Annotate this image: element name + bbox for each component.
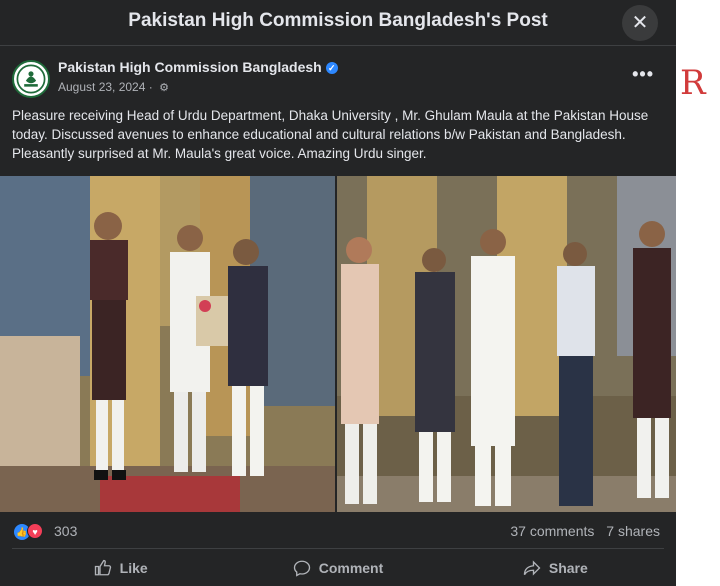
- crest-icon: [14, 62, 48, 96]
- photo-presentation[interactable]: [0, 176, 335, 512]
- shares-count[interactable]: 7 shares: [606, 523, 660, 539]
- audience-gear-icon: ⚙: [159, 82, 169, 94]
- post-meta: August 23, 2024 · ⚙: [58, 80, 169, 94]
- photo-grid: [0, 176, 676, 512]
- handwritten-annotation: R: [680, 63, 706, 103]
- post-header: Pakistan High Commission Bangladesh ✓ Aug…: [0, 46, 676, 98]
- action-bar: Like Comment Share: [12, 548, 664, 586]
- more-dots-icon: •••: [632, 64, 654, 84]
- share-button[interactable]: Share: [447, 549, 664, 586]
- close-button[interactable]: ✕: [622, 5, 658, 41]
- reaction-icons[interactable]: 👍 ♥: [14, 522, 43, 540]
- meta-separator: ·: [148, 80, 153, 94]
- comment-bubble-icon: [293, 560, 310, 577]
- reaction-count[interactable]: 303: [54, 523, 77, 539]
- reactions-bar: 👍 ♥ 303 37 comments 7 shares: [0, 512, 676, 548]
- like-button[interactable]: Like: [12, 549, 229, 586]
- love-reaction-icon: ♥: [27, 523, 43, 539]
- photo-group[interactable]: [337, 176, 676, 512]
- comments-count[interactable]: 37 comments: [510, 523, 594, 539]
- more-options-button[interactable]: •••: [632, 64, 654, 85]
- dialog-title: Pakistan High Commission Bangladesh's Po…: [128, 10, 548, 31]
- comment-button[interactable]: Comment: [229, 549, 446, 586]
- post-stats: 37 comments 7 shares: [502, 523, 660, 539]
- close-icon: ✕: [631, 12, 649, 34]
- thumbs-up-icon: [94, 559, 111, 575]
- post-dialog: Pakistan High Commission Bangladesh's Po…: [0, 0, 676, 586]
- page-avatar[interactable]: [12, 60, 50, 98]
- dialog-header: Pakistan High Commission Bangladesh's Po…: [0, 0, 676, 46]
- verified-badge-icon: ✓: [325, 62, 338, 74]
- page-name-link[interactable]: Pakistan High Commission Bangladesh ✓: [58, 59, 338, 75]
- share-arrow-icon: [523, 559, 541, 576]
- post-date[interactable]: August 23, 2024: [58, 80, 145, 94]
